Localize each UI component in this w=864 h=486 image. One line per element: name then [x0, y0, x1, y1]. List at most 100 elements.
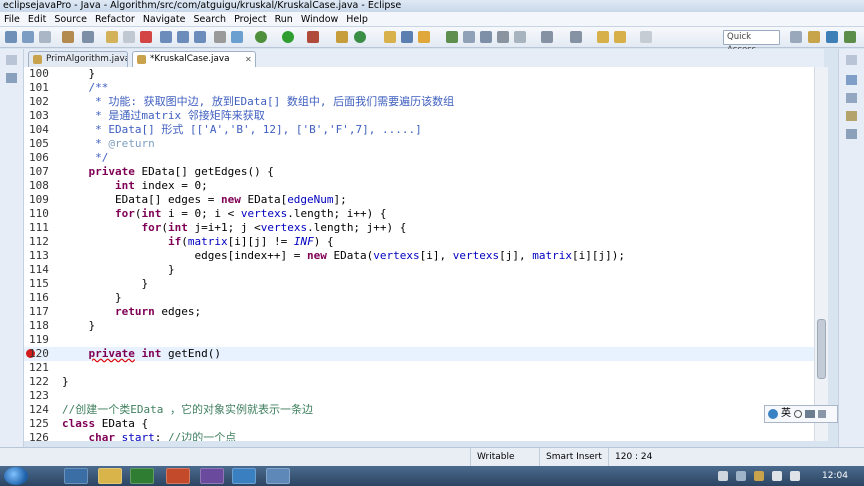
tray-icon[interactable]: [718, 471, 728, 481]
menu-run[interactable]: Run: [271, 14, 297, 25]
toggle-mark-icon[interactable]: [463, 31, 475, 43]
tray-icon[interactable]: [754, 471, 764, 481]
link-icon[interactable]: [62, 31, 74, 43]
annotation-icon[interactable]: [446, 31, 458, 43]
open-type-icon[interactable]: [384, 31, 396, 43]
skip-icon[interactable]: [82, 31, 94, 43]
code-line: 100 }: [29, 67, 96, 80]
prev-annotation-icon[interactable]: [570, 31, 582, 43]
media-icon[interactable]: [130, 468, 154, 484]
run-icon[interactable]: [282, 31, 294, 43]
code-line: 121: [29, 361, 49, 374]
code-line: 124//创建一个类EData ，它的对象实例就表示一条边: [29, 403, 313, 416]
step-into-icon[interactable]: [160, 31, 172, 43]
menu-refactor[interactable]: Refactor: [91, 14, 139, 25]
volume-icon[interactable]: [790, 471, 800, 481]
save-icon[interactable]: [22, 31, 34, 43]
suspend-icon[interactable]: [123, 31, 135, 43]
step-over-icon[interactable]: [177, 31, 189, 43]
code-line: 109 EData[] edges = new EData[edgeNum];: [29, 193, 347, 206]
use-step-filters-icon[interactable]: [231, 31, 243, 43]
powerpoint-icon[interactable]: [166, 468, 190, 484]
menu-window[interactable]: Window: [297, 14, 342, 25]
search-icon[interactable]: [418, 31, 430, 43]
java-file-icon: [33, 55, 42, 64]
console-icon[interactable]: [846, 129, 857, 139]
ime-settings-icon[interactable]: [818, 410, 826, 418]
status-writable: Writable: [470, 448, 538, 467]
editor-tabs: PrimAlgorithm.java *KruskalCase.java ✕: [24, 49, 824, 67]
task-list-icon[interactable]: [846, 93, 857, 103]
ime-keyboard-icon[interactable]: [805, 410, 815, 418]
restore-right-icon[interactable]: [846, 55, 857, 65]
ime-toolbar[interactable]: 英: [764, 405, 838, 423]
menu-help[interactable]: Help: [342, 14, 372, 25]
restore-icon[interactable]: [6, 55, 17, 65]
editor-vertical-scrollbar[interactable]: [814, 67, 828, 441]
save-all-icon[interactable]: [39, 31, 51, 43]
new-class-icon[interactable]: [354, 31, 366, 43]
outline-icon[interactable]: [846, 75, 857, 85]
code-line: 116 }: [29, 291, 122, 304]
block-selection-icon[interactable]: [480, 31, 492, 43]
code-line: 104 * EData[] 形式 [['A','B', 12], ['B','F…: [29, 123, 422, 136]
close-icon[interactable]: ✕: [245, 52, 252, 67]
code-line: 125 class EData {: [29, 417, 149, 430]
status-bar: Writable Smart Insert 120 : 24: [0, 447, 864, 467]
resume-icon[interactable]: [106, 31, 118, 43]
drop-frame-icon[interactable]: [214, 31, 226, 43]
code-line: 107 private EData[] getEdges() {: [29, 165, 274, 178]
whitespace-icon[interactable]: [497, 31, 509, 43]
eclipse-taskbar-icon[interactable]: [200, 468, 224, 484]
menu-file[interactable]: File: [0, 14, 24, 25]
code-line: 115 }: [29, 277, 149, 290]
problems-icon[interactable]: [846, 111, 857, 121]
debug-icon[interactable]: [255, 31, 267, 43]
terminate-icon[interactable]: [140, 31, 152, 43]
current-code-line: 120 private int getEnd(): [24, 347, 814, 361]
code-editor[interactable]: 100 } 101 /** 102 * 功能: 获取图中边, 放到EData[]…: [24, 67, 828, 441]
next-annotation-icon[interactable]: [541, 31, 553, 43]
back-icon[interactable]: [614, 31, 626, 43]
code-line: 113 edges[index++] = new EData(vertexs[i…: [29, 249, 625, 262]
ime-language[interactable]: 英: [781, 406, 791, 422]
ime-punctuation-icon[interactable]: [794, 410, 802, 418]
java-perspective-icon[interactable]: [826, 31, 838, 43]
app-icon[interactable]: [266, 468, 290, 484]
code-line: 108 int index = 0;: [29, 179, 208, 192]
show-source-icon[interactable]: [514, 31, 526, 43]
start-button[interactable]: [4, 467, 28, 485]
last-edit-icon[interactable]: [597, 31, 609, 43]
debug-perspective-icon[interactable]: [844, 31, 856, 43]
open-task-icon[interactable]: [401, 31, 413, 43]
menu-search[interactable]: Search: [189, 14, 230, 25]
window-title: eclipsejavaPro - Java - Algorithm/src/co…: [0, 0, 864, 12]
menu-project[interactable]: Project: [230, 14, 271, 25]
code-line: 117 return edges;: [29, 305, 202, 318]
menu-navigate[interactable]: Navigate: [139, 14, 190, 25]
open-perspective-icon[interactable]: [790, 31, 802, 43]
java-ee-perspective-icon[interactable]: [808, 31, 820, 43]
tab-label: *KruskalCase.java: [150, 54, 230, 64]
tab-prim-algorithm[interactable]: PrimAlgorithm.java: [28, 51, 128, 67]
menu-edit[interactable]: Edit: [24, 14, 50, 25]
menu-source[interactable]: Source: [50, 14, 91, 25]
explorer-icon[interactable]: [98, 468, 122, 484]
tab-label: PrimAlgorithm.java: [46, 54, 128, 64]
external-tools-icon[interactable]: [307, 31, 319, 43]
forward-icon[interactable]: [640, 31, 652, 43]
taskbar-clock[interactable]: 12:04: [822, 466, 848, 486]
package-explorer-icon[interactable]: [6, 73, 17, 83]
step-return-icon[interactable]: [194, 31, 206, 43]
scrollbar-thumb[interactable]: [817, 319, 826, 379]
tray-icon[interactable]: [736, 471, 746, 481]
app-icon[interactable]: [232, 468, 256, 484]
new-java-project-icon[interactable]: [336, 31, 348, 43]
ie-icon[interactable]: [64, 468, 88, 484]
tab-kruskal-case[interactable]: *KruskalCase.java ✕: [132, 51, 256, 67]
status-insert-mode: Smart Insert: [539, 448, 607, 467]
quick-access-input[interactable]: Quick Access: [723, 30, 780, 55]
network-icon[interactable]: [772, 471, 782, 481]
left-trim: [0, 49, 24, 447]
new-icon[interactable]: [5, 31, 17, 43]
